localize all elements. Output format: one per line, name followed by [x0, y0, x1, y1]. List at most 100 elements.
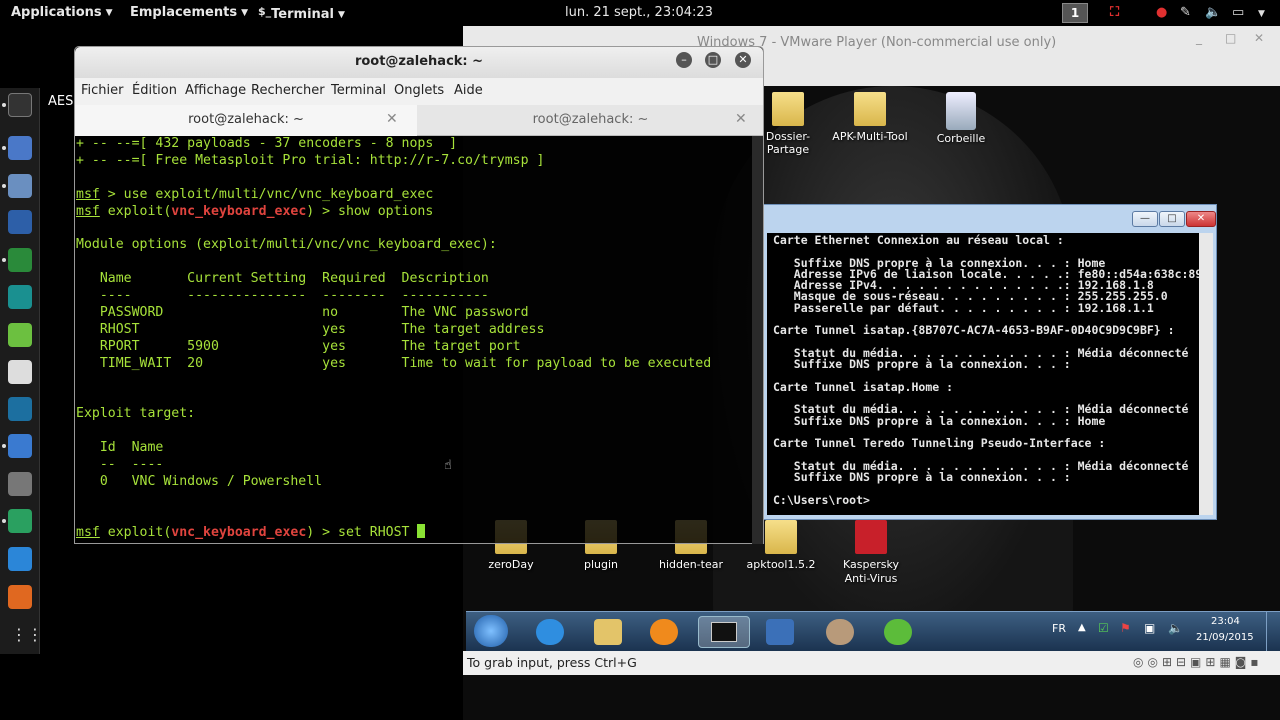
cmd-window[interactable]: — □ ✕ Carte Ethernet Connexion au réseau…	[762, 204, 1217, 520]
module-name: vnc_keyboard_exec	[171, 525, 307, 541]
desktop-icon-corbeille[interactable]: Corbeille	[921, 92, 1001, 145]
cmd-maximize-button[interactable]: □	[1159, 211, 1185, 227]
options-header: Name Current Setting Required Descriptio…	[76, 271, 489, 287]
folder-icon	[765, 520, 797, 554]
cmd-output-line: Carte Tunnel isatap.{8B707C-AC7A-4653-B9…	[773, 323, 1175, 338]
volume-icon[interactable]: 🔈	[1205, 5, 1221, 20]
cmd-scrollbar[interactable]	[1199, 233, 1213, 515]
sublime-dock-icon[interactable]	[8, 472, 32, 496]
vmware-dock-icon[interactable]	[8, 434, 32, 458]
menu-aide[interactable]: Aide	[454, 83, 483, 98]
tray-shield-icon[interactable]: ☑	[1098, 621, 1109, 635]
windows-start-icon[interactable]	[474, 615, 508, 647]
terminal-scrollbar[interactable]	[752, 136, 763, 544]
utility-taskbar-icon[interactable]	[884, 619, 912, 645]
command-line: msf exploit(vnc_keyboard_exec) > show op…	[76, 204, 752, 221]
menu-rechercher[interactable]: Rechercher	[251, 83, 325, 98]
cmd-output-line: Suffixe DNS propre à la connexion. . . :	[773, 470, 1071, 485]
terminal-dock-icon[interactable]	[8, 93, 32, 117]
places-menu[interactable]: Emplacements ▼	[130, 5, 248, 20]
user-tool-dock-icon[interactable]	[8, 285, 32, 309]
option-row: RPORT 5900 yes The target port	[76, 338, 521, 354]
language-indicator[interactable]: FR	[1052, 622, 1066, 635]
menu-onglets[interactable]: Onglets	[394, 83, 444, 98]
metasploit-dock-icon[interactable]	[8, 210, 32, 234]
text-cursor	[417, 524, 426, 539]
system-menu-caret-icon[interactable]: ▼	[1258, 5, 1265, 20]
cmd-minimize-button[interactable]: —	[1132, 211, 1158, 227]
terminal-window[interactable]: root@zalehack: ~ – □ ✕ Fichier Édition A…	[74, 46, 764, 544]
dropbox-dock-icon[interactable]	[8, 547, 32, 571]
ie-taskbar-icon[interactable]	[536, 619, 564, 645]
command-line: msf > use exploit/multi/vnc/vnc_keyboard…	[76, 187, 752, 204]
banner-line: + -- --=[ 432 payloads - 37 encoders - 8…	[76, 136, 458, 151]
menu-terminal[interactable]: Terminal	[331, 83, 386, 98]
network-applet-icon[interactable]: ⛶	[1110, 5, 1119, 20]
tray-expand-icon[interactable]: ▲	[1078, 622, 1086, 633]
tab-close-icon[interactable]: ✕	[386, 105, 398, 134]
taskbar-time[interactable]: 23:04	[1211, 616, 1240, 627]
vm-close-icon[interactable]: ✕	[1254, 31, 1264, 45]
media-player-taskbar-icon[interactable]	[650, 619, 678, 645]
record-icon[interactable]: ●	[1156, 5, 1167, 20]
tray-flag-icon[interactable]: ⚑	[1120, 621, 1131, 635]
command-text: ) > show options	[306, 203, 434, 219]
network-taskbar-icon[interactable]	[766, 619, 794, 645]
tray-network-icon[interactable]: ▣	[1144, 621, 1155, 635]
workspace-indicator[interactable]: 1	[1062, 3, 1088, 23]
section-heading: Module options (exploit/multi/vnc/vnc_ke…	[76, 237, 497, 253]
terminal-menubar: Fichier Édition Affichage Rechercher Ter…	[75, 78, 763, 105]
document-dock-icon[interactable]	[8, 360, 32, 384]
clock[interactable]: lun. 21 sept., 23:04:23	[565, 5, 713, 20]
close-button[interactable]: ✕	[735, 52, 751, 68]
explorer-taskbar-icon[interactable]	[594, 619, 622, 645]
network-dock-icon[interactable]	[8, 509, 32, 533]
show-apps-grid-icon[interactable]: ⋮⋮	[11, 625, 43, 644]
vmware-status-text: To grab input, press Ctrl+G	[467, 655, 637, 670]
taskbar-date[interactable]: 21/09/2015	[1196, 632, 1254, 643]
device-icons[interactable]: ◎◎⊞⊟▣⊞▦◙▪	[1133, 655, 1263, 669]
maximize-button[interactable]: □	[705, 52, 721, 68]
applications-menu[interactable]: Applications ▼	[11, 5, 113, 20]
caret-down-icon: ▼	[105, 8, 113, 18]
vm-minimize-icon[interactable]: _	[1196, 31, 1202, 45]
desktop-icon-kaspersky[interactable]: Kaspersky Anti-Virus	[831, 520, 911, 586]
cmd-close-button[interactable]: ✕	[1186, 211, 1216, 227]
wireshark-dock-icon[interactable]	[8, 397, 32, 421]
desktop-screen: Applications ▼ Emplacements ▼ $_Terminal ▼ …	[0, 0, 1280, 720]
terminal-tab-inactive[interactable]: root@zalehack: ~ ✕	[418, 105, 763, 136]
pen-icon[interactable]: ✎	[1180, 5, 1191, 20]
vm-maximize-icon[interactable]: □	[1225, 31, 1236, 45]
desktop-icon-apk-multi-tool[interactable]: APK-Multi-Tool	[830, 92, 910, 143]
show-desktop-button[interactable]	[1266, 612, 1280, 652]
menu-fichier[interactable]: Fichier	[81, 83, 124, 98]
running-indicator-icon	[2, 519, 6, 523]
media-player-dock-icon[interactable]	[8, 585, 32, 609]
armitage-dock-icon[interactable]	[8, 248, 32, 272]
tab-close-icon[interactable]: ✕	[735, 105, 747, 134]
option-row: TIME_WAIT 20 yes Time to wait for payloa…	[76, 355, 712, 371]
terminal-tab-active[interactable]: root@zalehack: ~ ✕	[75, 105, 417, 136]
terminal-titlebar[interactable]: root@zalehack: ~ – □ ✕	[75, 47, 763, 78]
cmd-output-line: Suffixe DNS propre à la connexion. . . :	[773, 357, 1071, 372]
menu-edition[interactable]: Édition	[132, 83, 177, 98]
menu-affichage[interactable]: Affichage	[185, 83, 246, 98]
files-dock-icon[interactable]	[8, 174, 32, 198]
kaspersky-icon	[855, 520, 887, 554]
terminal-app-menu[interactable]: $_Terminal ▼	[258, 5, 345, 22]
browser-dock-icon[interactable]	[8, 136, 32, 160]
terminal-output[interactable]: + -- --=[ 432 payloads - 37 encoders - 8…	[76, 136, 752, 544]
cmd-taskbar-button[interactable]	[698, 616, 750, 648]
terminal-app-label: Terminal	[271, 7, 335, 22]
hacker-tool-taskbar-icon[interactable]	[826, 619, 854, 645]
minimize-button[interactable]: –	[676, 52, 692, 68]
caret-down-icon: ▼	[241, 8, 248, 18]
cmd-output-line: Carte Tunnel Teredo Tunneling Pseudo-Int…	[773, 436, 1106, 451]
battery-icon[interactable]: ▭	[1232, 5, 1244, 20]
tray-volume-icon[interactable]: 🔈	[1168, 621, 1183, 635]
notes-dock-icon[interactable]	[8, 323, 32, 347]
